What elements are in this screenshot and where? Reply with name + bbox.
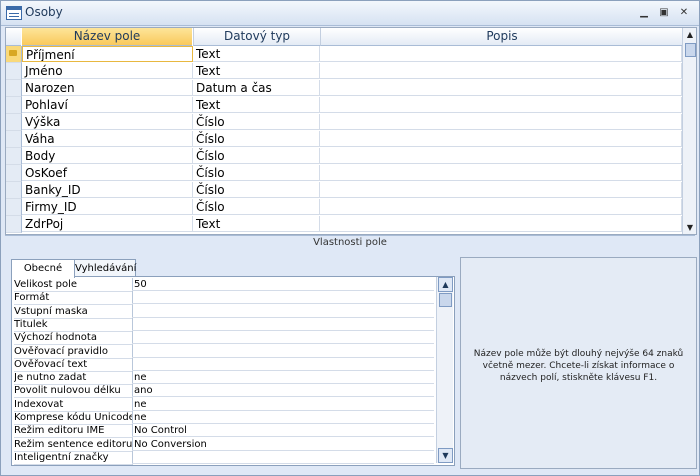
data-type-cell[interactable]: Text	[193, 97, 320, 113]
row-selector[interactable]	[6, 182, 22, 199]
select-all-corner[interactable]	[6, 28, 21, 46]
tab-general[interactable]: Obecné	[11, 259, 75, 278]
row-selector[interactable]	[6, 114, 22, 131]
property-value[interactable]	[132, 358, 434, 371]
description-cell[interactable]	[320, 165, 682, 181]
description-cell[interactable]	[320, 131, 682, 147]
field-name-cell[interactable]: Výška	[22, 114, 193, 130]
property-value[interactable]	[132, 345, 434, 358]
property-label: Vstupní maska	[14, 304, 133, 319]
row-selector[interactable]	[6, 165, 22, 182]
field-name-cell[interactable]: Body	[22, 148, 193, 164]
description-cell[interactable]	[320, 97, 682, 113]
property-label: Komprese kódu Unicode	[14, 411, 133, 425]
field-name-cell[interactable]: Příjmení	[22, 46, 193, 62]
property-value[interactable]	[132, 451, 434, 464]
description-cell[interactable]	[320, 46, 682, 62]
property-value[interactable]: No Conversion	[132, 438, 434, 451]
row-selector[interactable]	[6, 148, 22, 165]
field-name-cell[interactable]: ZdrPoj	[22, 216, 193, 232]
close-icon[interactable]: ✕	[677, 7, 691, 19]
data-type-cell[interactable]: Text	[193, 46, 320, 62]
scroll-down-icon[interactable]: ▼	[683, 221, 696, 234]
row-selector[interactable]	[6, 63, 22, 80]
row-selector[interactable]	[6, 97, 22, 114]
scroll-up-icon[interactable]: ▲	[438, 277, 453, 292]
column-header-name[interactable]: Název pole	[22, 28, 192, 46]
data-type-cell[interactable]: Číslo	[193, 199, 320, 215]
data-type-cell[interactable]: Text	[193, 63, 320, 79]
property-value[interactable]: 50	[132, 278, 434, 291]
field-name-cell[interactable]: Jméno	[22, 63, 193, 79]
description-cell[interactable]	[320, 216, 682, 232]
property-label: Formát	[14, 291, 133, 306]
data-type-cell[interactable]: Číslo	[193, 182, 320, 198]
property-value[interactable]: ano	[132, 384, 434, 398]
properties-scrollbar[interactable]: ▲ ▼	[436, 277, 453, 463]
minimize-icon[interactable]: ▁	[637, 7, 651, 19]
property-value[interactable]	[132, 305, 434, 318]
field-name-cell[interactable]: Banky_ID	[22, 182, 193, 198]
property-label: Výchozí hodnota	[14, 331, 133, 346]
row-selector[interactable]	[6, 80, 22, 97]
data-type-cell[interactable]: Číslo	[193, 165, 320, 181]
property-value[interactable]: ne	[132, 398, 434, 411]
description-cell[interactable]	[320, 80, 682, 96]
field-name-cell[interactable]: Narozen	[22, 80, 193, 96]
description-cell[interactable]	[320, 182, 682, 198]
scroll-thumb[interactable]	[685, 43, 696, 57]
data-type-cell[interactable]: Číslo	[193, 114, 320, 130]
property-label: Titulek	[14, 317, 133, 332]
primary-key-icon	[9, 50, 17, 56]
property-label: Je nutno zadat	[14, 371, 133, 386]
row-selector[interactable]	[6, 216, 22, 233]
field-grid: Název pole Datový typ Popis Příjmení Text…	[5, 27, 697, 235]
property-value[interactable]: No Control	[132, 424, 434, 438]
data-type-cell[interactable]: Text	[193, 216, 320, 232]
help-panel: Název pole může být dlouhý nejvýše 64 zn…	[460, 257, 697, 469]
scroll-thumb[interactable]	[439, 293, 452, 307]
property-label: Ověřovací text	[14, 357, 133, 372]
property-value[interactable]	[132, 291, 434, 305]
window-title: Osoby	[25, 5, 63, 19]
description-cell[interactable]	[320, 199, 682, 215]
field-name-cell[interactable]: OsKoef	[22, 165, 193, 181]
description-cell[interactable]	[320, 63, 682, 79]
restore-icon[interactable]: ▣	[657, 7, 671, 19]
data-type-cell[interactable]: Číslo	[193, 148, 320, 164]
field-name-cell[interactable]: Firmy_ID	[22, 199, 193, 215]
table-design-window: Osoby ▁ ▣ ✕ Název pole Datový typ Popis …	[0, 0, 700, 476]
property-label: Inteligentní značky	[14, 450, 133, 465]
property-value[interactable]	[132, 318, 434, 331]
grid-scrollbar[interactable]: ▲ ▼	[682, 28, 696, 234]
tab-lookup[interactable]: Vyhledávání	[74, 259, 136, 277]
field-properties-label: Vlastnosti pole	[5, 235, 695, 250]
title-bar: Osoby ▁ ▣ ✕	[1, 1, 699, 26]
column-header-description[interactable]: Popis	[320, 28, 683, 46]
data-type-cell[interactable]: Číslo	[193, 131, 320, 147]
property-value[interactable]: ne	[132, 371, 434, 385]
column-header-type[interactable]: Datový typ	[193, 28, 320, 46]
data-type-cell[interactable]: Datum a čas	[193, 80, 320, 96]
row-selector[interactable]	[6, 199, 22, 216]
help-text: Název pole může být dlouhý nejvýše 64 zn…	[473, 349, 684, 383]
scroll-down-icon[interactable]: ▼	[438, 448, 453, 463]
description-cell[interactable]	[320, 114, 682, 130]
property-value[interactable]: ne	[132, 411, 434, 424]
table-icon	[6, 6, 22, 20]
property-label: Režim editoru IME	[14, 424, 133, 439]
row-selector[interactable]	[6, 131, 22, 148]
description-cell[interactable]	[320, 148, 682, 164]
scroll-up-icon[interactable]: ▲	[683, 28, 696, 41]
property-label: Režim sentence editoru IME	[14, 437, 133, 452]
property-value[interactable]	[132, 331, 434, 345]
field-name-cell[interactable]: Váha	[22, 131, 193, 147]
properties-panel: Velikost pole 50 Formát Vstupní maska Titule…	[11, 276, 455, 466]
field-name-cell[interactable]: Pohlaví	[22, 97, 193, 113]
property-label: Ověřovací pravidlo	[14, 344, 133, 359]
row-selector[interactable]	[6, 46, 22, 63]
property-label: Velikost pole	[14, 278, 133, 292]
property-label: Povolit nulovou délku	[14, 384, 133, 399]
property-label: Indexovat	[14, 397, 133, 412]
